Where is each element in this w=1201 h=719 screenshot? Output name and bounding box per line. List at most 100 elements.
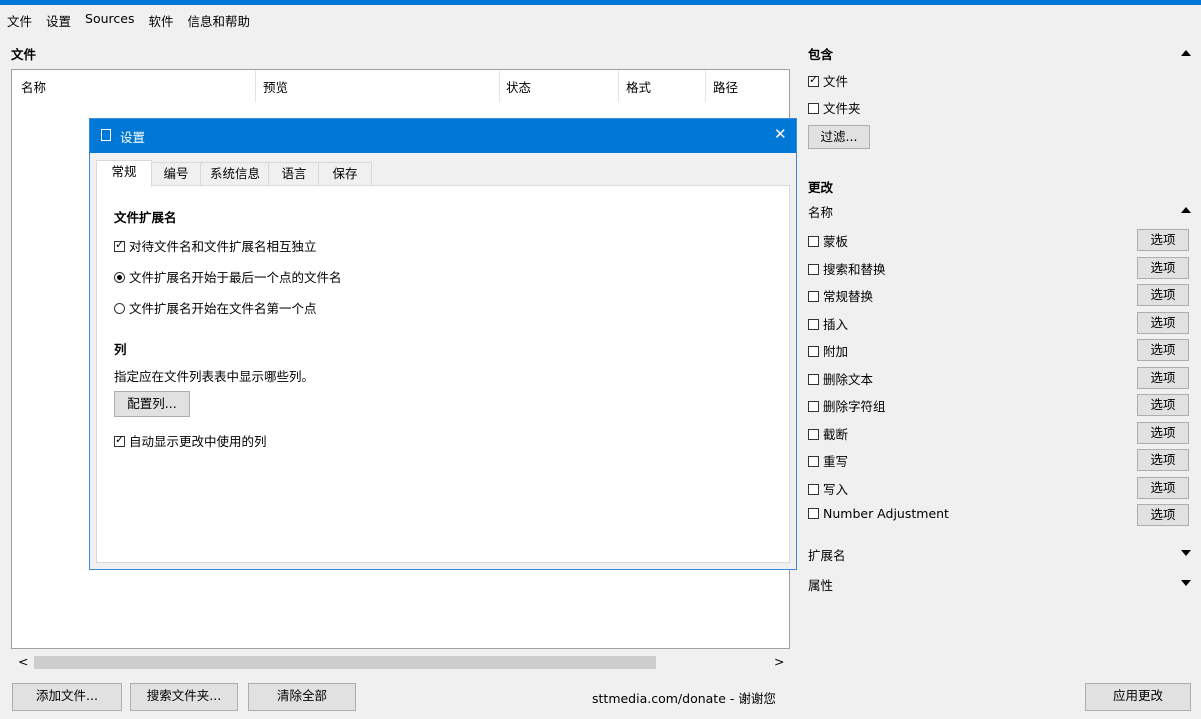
checkbox-icon[interactable] xyxy=(808,319,819,330)
columns-heading: 列 xyxy=(114,342,127,357)
configure-columns-button[interactable]: 配置列... xyxy=(114,391,190,417)
change-item-label: 蒙板 xyxy=(823,234,849,249)
menu-settings[interactable]: 设置 xyxy=(39,9,78,31)
options-button[interactable]: 选项 xyxy=(1137,449,1189,471)
apply-changes-button[interactable]: 应用更改 xyxy=(1085,683,1191,711)
column-header-status[interactable]: 状态 xyxy=(506,77,531,96)
options-button[interactable]: 选项 xyxy=(1137,339,1189,361)
ext-independent-checkbox[interactable]: 对待文件名和文件扩展名相互独立 xyxy=(114,236,317,255)
change-item-checkbox[interactable]: 常规替换 xyxy=(808,286,873,305)
tab-general[interactable]: 常规 xyxy=(96,160,152,187)
tab-language[interactable]: 语言 xyxy=(268,162,320,185)
column-header-format[interactable]: 格式 xyxy=(626,77,651,96)
auto-show-columns-label: 自动显示更改中使用的列 xyxy=(129,434,267,449)
menu-software[interactable]: 软件 xyxy=(141,9,180,31)
column-separator[interactable] xyxy=(499,70,500,102)
change-item-label: 截断 xyxy=(823,427,849,442)
ext-independent-label: 对待文件名和文件扩展名相互独立 xyxy=(129,239,317,254)
column-separator[interactable] xyxy=(255,70,256,102)
change-item-checkbox[interactable]: 插入 xyxy=(808,314,848,333)
checkbox-icon[interactable] xyxy=(808,236,819,247)
collapse-include-icon[interactable] xyxy=(1181,50,1191,56)
extension-heading: 文件扩展名 xyxy=(114,210,177,225)
options-button[interactable]: 选项 xyxy=(1137,477,1189,499)
options-button[interactable]: 选项 xyxy=(1137,284,1189,306)
change-item-checkbox[interactable]: 写入 xyxy=(808,479,848,498)
change-item-checkbox[interactable]: 删除字符组 xyxy=(808,396,886,415)
checkbox-icon[interactable] xyxy=(808,401,819,412)
files-section-title: 文件 xyxy=(11,47,37,62)
change-item-label: Number Adjustment xyxy=(823,506,949,521)
options-button[interactable]: 选项 xyxy=(1137,257,1189,279)
dialog-title: 设置 xyxy=(120,130,146,145)
options-button[interactable]: 选项 xyxy=(1137,367,1189,389)
expand-extension-icon[interactable] xyxy=(1181,550,1191,556)
change-item-checkbox[interactable]: 附加 xyxy=(808,341,848,360)
menu-bar: 文件 设置 Sources 软件 信息和帮助 xyxy=(0,9,257,31)
clear-all-button[interactable]: 清除全部 xyxy=(248,683,356,711)
tab-system-info[interactable]: 系统信息 xyxy=(200,162,270,185)
checkbox-icon[interactable] xyxy=(808,508,819,519)
change-item-label: 删除文本 xyxy=(823,372,874,387)
ext-first-dot-radio[interactable]: 文件扩展名开始在文件名第一个点 xyxy=(114,298,317,317)
menu-sources[interactable]: Sources xyxy=(78,9,141,31)
change-item-checkbox[interactable]: Number Adjustment xyxy=(808,506,949,521)
options-button[interactable]: 选项 xyxy=(1137,229,1189,251)
filter-button[interactable]: 过滤... xyxy=(808,125,870,149)
scrollbar-thumb[interactable] xyxy=(34,656,656,669)
change-item-checkbox[interactable]: 截断 xyxy=(808,424,848,443)
checkbox-icon[interactable] xyxy=(808,73,819,87)
checkbox-icon[interactable] xyxy=(808,374,819,385)
horizontal-scrollbar[interactable]: < > xyxy=(12,654,788,671)
checkbox-icon[interactable] xyxy=(114,238,125,252)
checkbox-icon[interactable] xyxy=(808,291,819,302)
radio-icon[interactable] xyxy=(114,272,125,283)
checkbox-icon[interactable] xyxy=(808,484,819,495)
window-titlebar xyxy=(0,0,1201,5)
menu-help[interactable]: 信息和帮助 xyxy=(181,9,258,31)
options-button[interactable]: 选项 xyxy=(1137,422,1189,444)
options-button[interactable]: 选项 xyxy=(1137,312,1189,334)
change-item-label: 插入 xyxy=(823,317,849,332)
collapse-name-icon[interactable] xyxy=(1181,207,1191,213)
change-item-label: 附加 xyxy=(823,344,849,359)
column-header-path[interactable]: 路径 xyxy=(713,77,738,96)
checkbox-icon[interactable] xyxy=(808,456,819,467)
checkbox-icon[interactable] xyxy=(808,103,819,114)
include-files-label: 文件 xyxy=(823,74,849,89)
scroll-right-arrow[interactable]: > xyxy=(774,654,784,669)
auto-show-columns-checkbox[interactable]: 自动显示更改中使用的列 xyxy=(114,431,267,450)
donate-link[interactable]: sttmedia.com/donate - 谢谢您 xyxy=(592,688,776,707)
add-files-button[interactable]: 添加文件... xyxy=(12,683,122,711)
checkbox-icon[interactable] xyxy=(114,433,125,447)
menu-file[interactable]: 文件 xyxy=(0,9,39,31)
checkbox-icon[interactable] xyxy=(808,429,819,440)
close-icon[interactable]: ✕ xyxy=(774,125,787,143)
checkbox-icon[interactable] xyxy=(808,264,819,275)
options-button[interactable]: 选项 xyxy=(1137,394,1189,416)
dialog-titlebar[interactable]: 设置 ✕ xyxy=(90,119,796,153)
column-separator[interactable] xyxy=(618,70,619,102)
column-header-preview[interactable]: 预览 xyxy=(263,77,288,96)
tab-save[interactable]: 保存 xyxy=(318,162,372,185)
include-folders-checkbox[interactable]: 文件夹 xyxy=(808,98,861,117)
tab-numbering[interactable]: 编号 xyxy=(150,162,202,185)
change-item-label: 删除字符组 xyxy=(823,399,886,414)
change-item-checkbox[interactable]: 蒙板 xyxy=(808,231,848,250)
column-separator[interactable] xyxy=(705,70,706,102)
ext-last-dot-radio[interactable]: 文件扩展名开始于最后一个点的文件名 xyxy=(114,267,342,286)
columns-description: 指定应在文件列表表中显示哪些列。 xyxy=(114,369,315,384)
options-button[interactable]: 选项 xyxy=(1137,504,1189,526)
column-header-name[interactable]: 名称 xyxy=(21,77,46,96)
scroll-left-arrow[interactable]: < xyxy=(18,654,28,669)
checkbox-icon[interactable] xyxy=(808,346,819,357)
include-folders-label: 文件夹 xyxy=(823,101,861,116)
include-files-checkbox[interactable]: 文件 xyxy=(808,71,848,90)
change-item-checkbox[interactable]: 重写 xyxy=(808,451,848,470)
change-item-checkbox[interactable]: 删除文本 xyxy=(808,369,873,388)
radio-icon[interactable] xyxy=(114,303,125,314)
expand-attributes-icon[interactable] xyxy=(1181,580,1191,586)
change-item-checkbox[interactable]: 搜索和替换 xyxy=(808,259,886,278)
extension-section-title: 扩展名 xyxy=(808,548,846,563)
search-folder-button[interactable]: 搜索文件夹... xyxy=(130,683,238,711)
